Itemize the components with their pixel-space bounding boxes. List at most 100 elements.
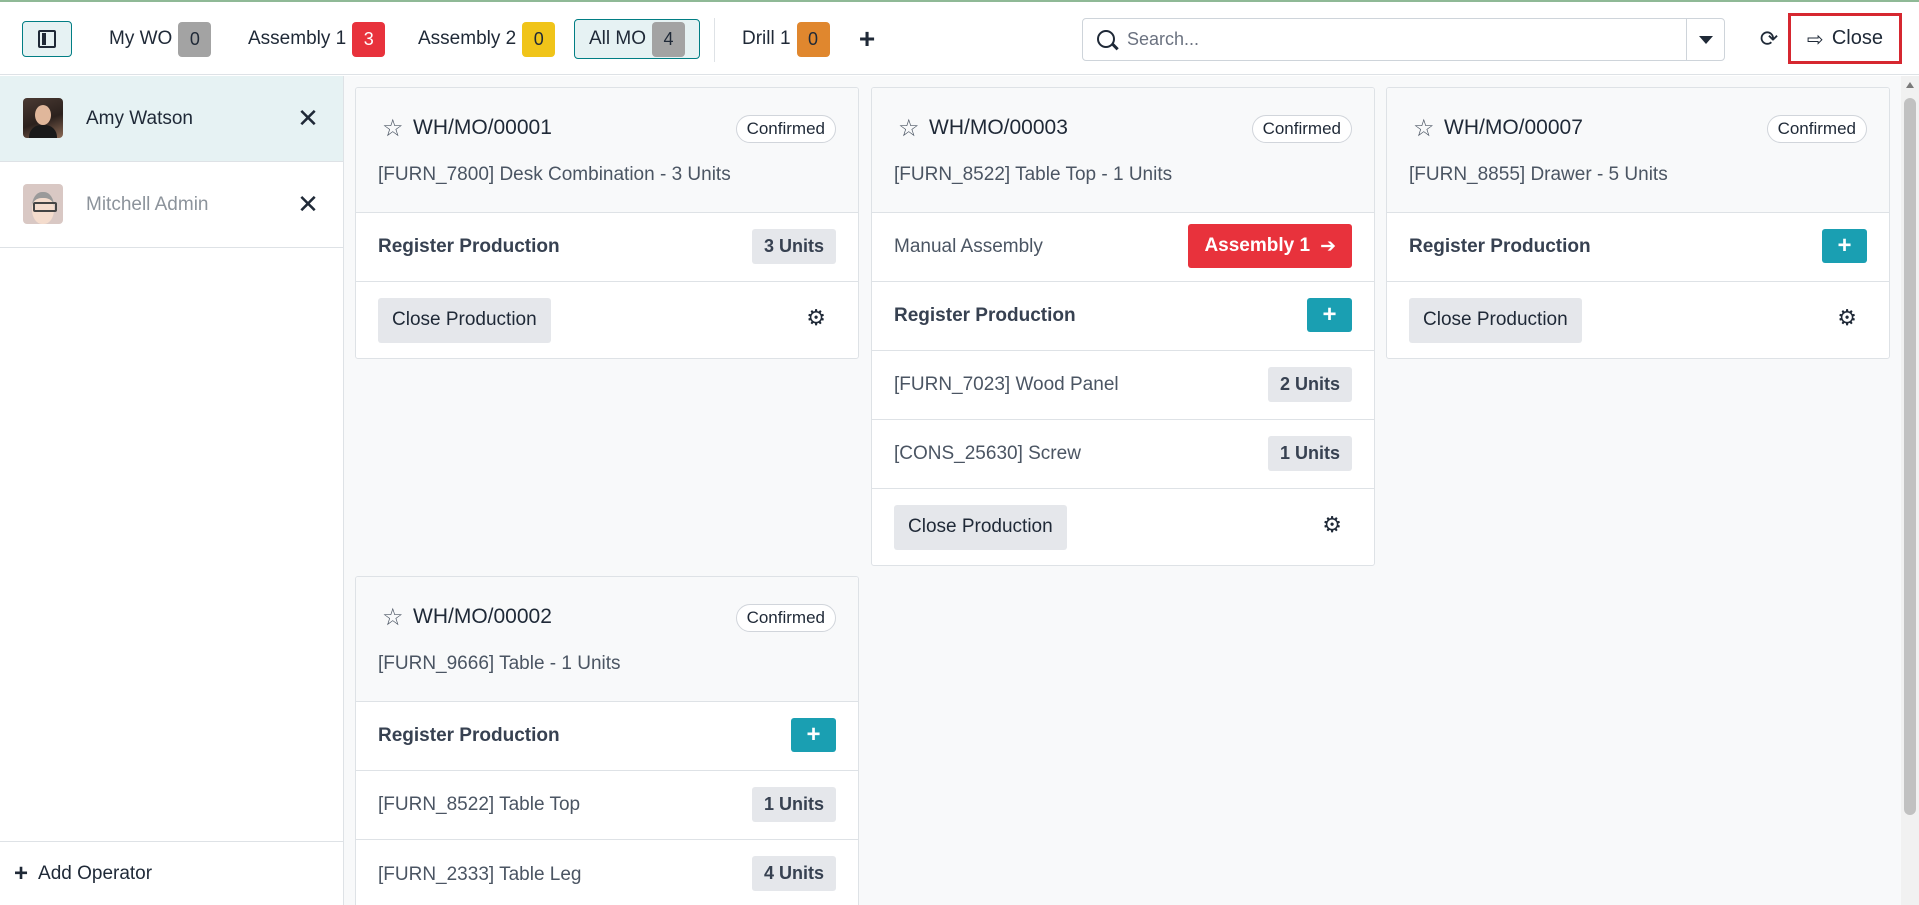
count-badge: 3 <box>352 21 386 57</box>
register-production-row[interactable]: Register Production 3 Units <box>356 213 858 282</box>
operation-label: Manual Assembly <box>894 236 1043 257</box>
operator-amy-watson[interactable]: Amy Watson ✕ <box>0 76 343 162</box>
search-options-toggle[interactable] <box>1686 19 1724 60</box>
units-badge[interactable]: 2 Units <box>1267 367 1352 402</box>
workcenter-label: Assembly 1 <box>1204 235 1311 256</box>
card-footer: Close Production ⚙ <box>1387 282 1889 358</box>
product-line: [FURN_8855] Drawer - 5 Units <box>1409 164 1668 185</box>
status-badge: Confirmed <box>735 115 836 143</box>
sidebar-icon <box>38 30 56 48</box>
add-workcenter-button[interactable]: + <box>852 23 882 55</box>
plus-button[interactable]: + <box>1307 298 1352 332</box>
mo-reference[interactable]: WH/MO/00002 <box>413 605 552 629</box>
remove-operator-icon[interactable]: ✕ <box>296 104 320 134</box>
count-badge: 0 <box>796 21 830 57</box>
units-badge[interactable]: 4 Units <box>751 856 836 891</box>
row-label: Register Production <box>894 305 1076 326</box>
count-badge: 4 <box>652 21 685 57</box>
star-icon[interactable]: ☆ <box>898 114 920 142</box>
operator-mitchell-admin[interactable]: Mitchell Admin ✕ <box>0 162 343 248</box>
add-operator-label: Add Operator <box>38 862 153 884</box>
register-production-row[interactable]: Register Production + <box>1387 213 1889 282</box>
top-bar: My WO 0 Assembly 1 3 Assembly 2 0 All MO… <box>0 2 1919 75</box>
card-footer: Close Production ⚙ <box>872 489 1374 565</box>
count-badge: 0 <box>178 21 212 57</box>
card-header: ☆ WH/MO/00007 Confirmed [FURN_8855] Draw… <box>1387 88 1889 213</box>
remove-operator-icon[interactable]: ✕ <box>296 190 320 220</box>
tab-label: Drill 1 <box>742 28 791 49</box>
component-row[interactable]: [FURN_8522] Table Top 1 Units <box>356 771 858 840</box>
row-label: Register Production <box>378 236 560 257</box>
scroll-up-icon[interactable] <box>1906 82 1914 88</box>
search-bar <box>1082 18 1725 61</box>
row-label: Register Production <box>378 725 560 746</box>
close-button[interactable]: ⇨ Close <box>1788 13 1902 64</box>
scrollbar-thumb[interactable] <box>1904 98 1916 815</box>
row-label: Register Production <box>1409 236 1591 257</box>
operation-row[interactable]: Manual Assembly Assembly 1 ➔ <box>872 213 1374 282</box>
units-badge[interactable]: 3 Units <box>751 229 836 264</box>
count-badge: 0 <box>522 21 556 57</box>
tab-label: All MO <box>589 28 646 49</box>
close-production-button[interactable]: Close Production <box>894 504 1067 550</box>
operator-panel: Amy Watson ✕ Mitchell Admin ✕ + Add Oper… <box>0 76 344 905</box>
gear-icon[interactable]: ⚙ <box>806 306 826 331</box>
mo-reference[interactable]: WH/MO/00003 <box>929 116 1068 140</box>
gear-icon[interactable]: ⚙ <box>1837 306 1857 331</box>
component-name: [CONS_25630] Screw <box>894 443 1081 464</box>
product-line: [FURN_9666] Table - 1 Units <box>378 653 621 674</box>
card-header: ☆ WH/MO/00003 Confirmed [FURN_8522] Tabl… <box>872 88 1374 213</box>
refresh-icon[interactable]: ⟳ <box>1756 26 1782 52</box>
add-operator-button[interactable]: + Add Operator <box>0 841 343 905</box>
status-badge: Confirmed <box>1766 115 1867 143</box>
component-name: [FURN_7023] Wood Panel <box>894 374 1119 395</box>
mo-card-wh-mo-00001: ☆ WH/MO/00001 Confirmed [FURN_7800] Desk… <box>355 87 859 359</box>
tab-label: My WO <box>109 28 173 49</box>
plus-icon: + <box>14 859 29 887</box>
star-icon[interactable]: ☆ <box>382 114 404 142</box>
tab-my-wo[interactable]: My WO 0 <box>94 19 226 59</box>
product-line: [FURN_8522] Table Top - 1 Units <box>894 164 1173 185</box>
component-row[interactable]: [CONS_25630] Screw 1 Units <box>872 420 1374 489</box>
plus-button[interactable]: + <box>1822 229 1867 263</box>
units-badge[interactable]: 1 Units <box>1267 436 1352 471</box>
gear-icon[interactable]: ⚙ <box>1322 513 1342 538</box>
arrow-right-icon: ➔ <box>1320 235 1336 257</box>
workcenter-button[interactable]: Assembly 1 ➔ <box>1188 224 1352 268</box>
plus-button[interactable]: + <box>791 718 836 752</box>
tab-assembly-2[interactable]: Assembly 2 0 <box>403 19 570 59</box>
star-icon[interactable]: ☆ <box>382 603 404 631</box>
units-badge[interactable]: 1 Units <box>751 787 836 822</box>
close-production-button[interactable]: Close Production <box>1409 297 1582 343</box>
register-production-row[interactable]: Register Production + <box>872 282 1374 351</box>
component-name: [FURN_2333] Table Leg <box>378 863 582 885</box>
star-icon[interactable]: ☆ <box>1413 114 1435 142</box>
mo-card-wh-mo-00003: ☆ WH/MO/00003 Confirmed [FURN_8522] Tabl… <box>871 87 1375 566</box>
card-footer: Close Production ⚙ <box>356 282 858 358</box>
tab-label: Assembly 1 <box>248 28 347 49</box>
mo-card-wh-mo-00007: ☆ WH/MO/00007 Confirmed [FURN_8855] Draw… <box>1386 87 1890 359</box>
search-icon <box>1097 30 1115 48</box>
component-row[interactable]: [FURN_2333] Table Leg 4 Units <box>356 840 858 905</box>
tab-label: Assembly 2 <box>418 28 517 49</box>
tab-drill-1[interactable]: Drill 1 0 <box>727 19 845 59</box>
mo-reference[interactable]: WH/MO/00007 <box>1444 116 1583 140</box>
component-name: [FURN_8522] Table Top <box>378 794 581 815</box>
operator-name: Amy Watson <box>86 107 193 129</box>
toggle-sidebar-button[interactable] <box>22 21 72 57</box>
tab-assembly-1[interactable]: Assembly 1 3 <box>233 19 400 59</box>
component-row[interactable]: [FURN_7023] Wood Panel 2 Units <box>872 351 1374 420</box>
tab-all-mo[interactable]: All MO 4 <box>574 19 700 59</box>
search-input[interactable] <box>1127 24 1667 55</box>
card-header: ☆ WH/MO/00002 Confirmed [FURN_9666] Tabl… <box>356 577 858 702</box>
sign-out-icon: ⇨ <box>1807 26 1824 51</box>
operator-name: Mitchell Admin <box>86 193 209 215</box>
status-badge: Confirmed <box>1251 115 1352 143</box>
scrollbar[interactable] <box>1901 76 1919 905</box>
mo-card-area: ☆ WH/MO/00001 Confirmed [FURN_7800] Desk… <box>344 76 1919 905</box>
avatar <box>23 98 63 138</box>
register-production-row[interactable]: Register Production + <box>356 702 858 771</box>
close-production-button[interactable]: Close Production <box>378 297 551 343</box>
status-badge: Confirmed <box>735 604 836 632</box>
mo-reference[interactable]: WH/MO/00001 <box>413 116 552 140</box>
